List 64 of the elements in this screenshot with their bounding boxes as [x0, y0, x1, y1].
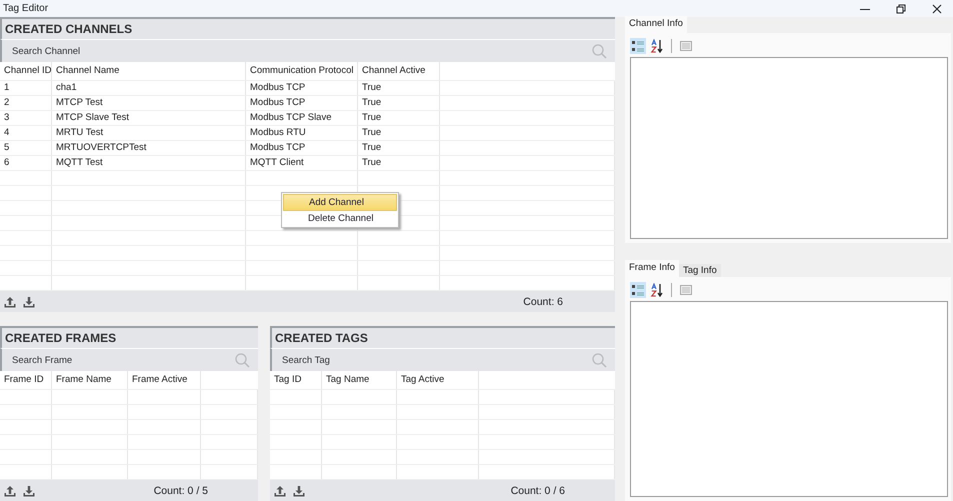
- upload-icon[interactable]: [4, 296, 16, 308]
- count-label: Count: 0 / 5: [154, 484, 209, 496]
- search-field[interactable]: Search Frame: [10, 354, 235, 366]
- close-icon[interactable]: [932, 4, 942, 14]
- table-cell: MRTUOVERTCPTest: [52, 141, 246, 155]
- table-cell: True: [358, 111, 440, 125]
- categorized-view-button[interactable]: [630, 282, 646, 298]
- window-title: Tag Editor: [3, 3, 48, 14]
- table-cell: Modbus TCP: [246, 81, 358, 95]
- column-header[interactable]: Tag Active: [397, 371, 479, 389]
- download-icon[interactable]: [23, 484, 35, 496]
- table-cell: True: [358, 126, 440, 140]
- download-icon[interactable]: [23, 296, 35, 308]
- panel-title: CREATED FRAMES: [5, 331, 116, 345]
- categorized-view-button[interactable]: [630, 38, 646, 54]
- column-header[interactable]: Communication Protocol: [246, 62, 358, 80]
- column-header[interactable]: Tag ID: [270, 371, 322, 389]
- tab[interactable]: Channel Info: [625, 16, 687, 33]
- table-cell: MTCP Slave Test: [52, 111, 246, 125]
- table-cell: MTCP Test: [52, 96, 246, 110]
- column-header[interactable]: Frame ID: [0, 371, 52, 389]
- table-cell: MQTT Test: [52, 156, 246, 170]
- sort-button[interactable]: [649, 282, 665, 298]
- table-cell: Modbus TCP Slave: [246, 111, 358, 125]
- column-header[interactable]: Frame Name: [52, 371, 128, 389]
- column-header[interactable]: Channel Active: [358, 62, 440, 80]
- table-cell: Modbus TCP: [246, 96, 358, 110]
- upload-icon[interactable]: [4, 484, 16, 496]
- tab[interactable]: Tag Info: [678, 264, 721, 277]
- panel-title: CREATED CHANNELS: [5, 22, 132, 36]
- column-header[interactable]: Frame Active: [128, 371, 201, 389]
- count-label: Count: 6: [523, 296, 564, 308]
- table-cell: True: [358, 81, 440, 95]
- download-icon[interactable]: [293, 484, 305, 496]
- column-header[interactable]: Tag Name: [322, 371, 397, 389]
- search-field[interactable]: Search Channel: [10, 44, 592, 58]
- table-cell: 3: [0, 111, 52, 125]
- table-cell: Modbus TCP: [246, 141, 358, 155]
- search-field[interactable]: Search Frame: [0, 348, 258, 371]
- table-cell: MQTT Client: [246, 156, 358, 170]
- table-cell: cha1: [52, 81, 246, 95]
- table-cell: True: [358, 156, 440, 170]
- search-field[interactable]: Search Channel: [0, 39, 615, 62]
- column-header[interactable]: Channel Name: [52, 62, 246, 80]
- sort-button[interactable]: [649, 38, 665, 54]
- table-cell: 6: [0, 156, 52, 170]
- upload-icon[interactable]: [274, 484, 286, 496]
- table-cell: 2: [0, 96, 52, 110]
- column-header[interactable]: Channel ID: [0, 62, 52, 80]
- tab[interactable]: Frame Info: [625, 260, 679, 277]
- table-cell: True: [358, 141, 440, 155]
- table-cell: 4: [0, 126, 52, 140]
- menu-item[interactable]: Add Channel: [283, 194, 397, 211]
- restore-icon[interactable]: [896, 4, 906, 14]
- search-field[interactable]: Search Tag: [270, 348, 615, 371]
- table-cell: 5: [0, 141, 52, 155]
- menu-item[interactable]: Delete Channel: [283, 211, 397, 226]
- panel-title: CREATED TAGS: [275, 331, 368, 345]
- count-label: Count: 0 / 6: [510, 484, 566, 496]
- table-cell: True: [358, 96, 440, 110]
- table-cell: MRTU Test: [52, 126, 246, 140]
- table-cell: Modbus RTU: [246, 126, 358, 140]
- table-cell: 1: [0, 81, 52, 95]
- search-field[interactable]: Search Tag: [280, 354, 592, 366]
